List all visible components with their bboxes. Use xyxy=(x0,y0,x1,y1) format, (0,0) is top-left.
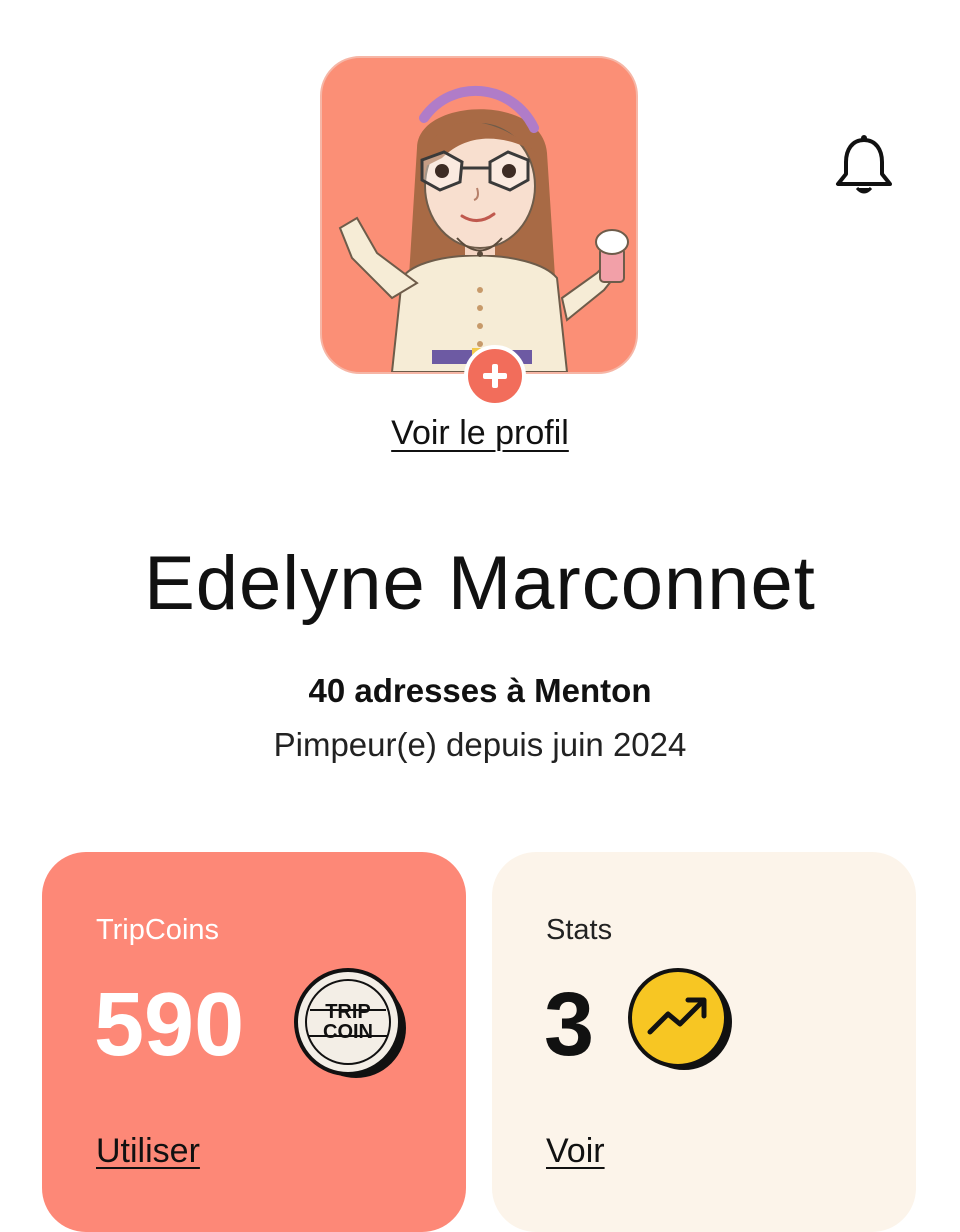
bell-icon xyxy=(836,135,892,194)
addresses-count: 40 adresses à Menton xyxy=(308,672,652,709)
avatar-container[interactable] xyxy=(320,56,638,374)
plus-icon xyxy=(483,364,507,388)
tripcoins-value: 590 xyxy=(94,975,245,1075)
avatar-illustration xyxy=(338,85,629,372)
view-profile-row: Voir le profil xyxy=(0,414,960,453)
use-tripcoins-link[interactable]: Utiliser xyxy=(96,1132,200,1171)
stats-value: 3 xyxy=(544,975,595,1075)
trending-up-icon xyxy=(628,968,732,1070)
stats-card[interactable]: Stats 3 Voir xyxy=(492,852,916,1232)
member-since: Pimpeur(e) depuis juin 2024 xyxy=(273,726,687,763)
view-stats-link[interactable]: Voir xyxy=(546,1132,605,1171)
tripcoins-label: TripCoins xyxy=(96,914,220,946)
tripcoin-line2: COIN xyxy=(323,1021,373,1043)
avatar[interactable] xyxy=(320,56,638,374)
stats-label: Stats xyxy=(546,914,613,946)
user-name: Edelyne Marconnet xyxy=(144,541,816,626)
tripcoin-line1: TRIP xyxy=(325,1001,371,1023)
add-photo-button[interactable] xyxy=(464,345,526,407)
notifications-button[interactable] xyxy=(830,132,898,200)
view-profile-link[interactable]: Voir le profil xyxy=(391,414,569,452)
tripcoin-icon: TRIP COIN xyxy=(294,968,406,1078)
tripcoins-card[interactable]: TripCoins 590 TRIP COIN Utiliser xyxy=(42,852,466,1232)
